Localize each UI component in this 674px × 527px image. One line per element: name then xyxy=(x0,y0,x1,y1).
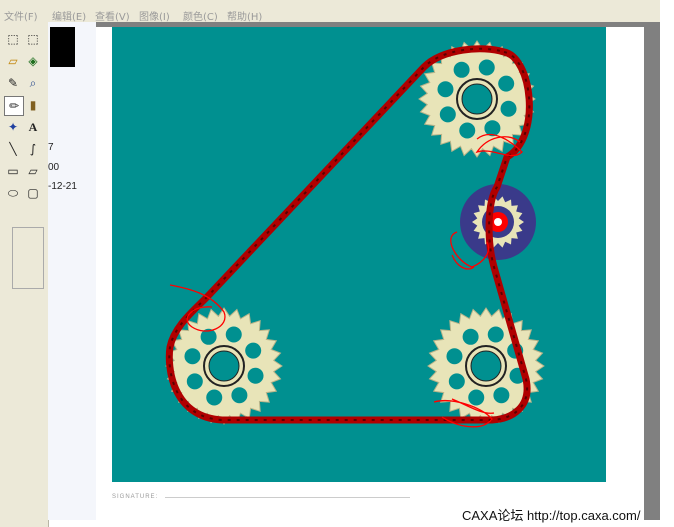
thumbnail-block xyxy=(50,27,75,67)
pencil-icon[interactable]: ✏ xyxy=(4,96,24,116)
sprocket-hole xyxy=(487,326,504,343)
menu-image[interactable]: 图像(I) xyxy=(139,8,170,23)
sprocket-hole xyxy=(498,75,515,92)
tensioner-center xyxy=(494,218,502,226)
rect-select-icon[interactable]: ⬚ xyxy=(24,30,42,48)
airbrush-icon[interactable]: ✦ xyxy=(4,118,22,136)
tool-options-box[interactable] xyxy=(12,227,44,289)
watermark-text: CAXA论坛 http://top.caxa.com/ xyxy=(462,508,641,523)
menu-file[interactable]: 文件(F) xyxy=(4,8,38,23)
free-select-icon[interactable]: ⬚ xyxy=(4,30,22,48)
sprocket-hole xyxy=(446,348,463,365)
hub-bore xyxy=(470,350,502,382)
toolbox: ⬚ ⬚ ▱ ◈ ✎ ⌕ ✏ ▮ ✦ A ╲ ∫ ▭ ▱ ⬭ ▢ xyxy=(0,22,49,527)
menu-view[interactable]: 查看(V) xyxy=(95,8,130,23)
magnifier-icon[interactable]: ⌕ xyxy=(24,74,42,92)
sprocket-hole xyxy=(206,389,223,406)
hub-bore xyxy=(208,350,240,382)
rectangle-icon[interactable]: ▭ xyxy=(4,162,22,180)
info-line-1: 7 xyxy=(48,142,54,153)
signature-label: SIGNATURE: xyxy=(112,494,159,500)
sprocket-hole xyxy=(231,387,248,404)
sprocket-hole xyxy=(453,61,470,78)
sprocket-hole xyxy=(478,59,495,76)
info-line-2: 00 xyxy=(48,162,60,173)
sprocket-hole xyxy=(186,373,203,390)
sprocket-hole xyxy=(448,373,465,390)
chain-drive-drawing[interactable] xyxy=(112,27,606,482)
rounded-rect-icon[interactable]: ▢ xyxy=(24,184,42,202)
eraser-icon[interactable]: ▱ xyxy=(4,52,22,70)
menu-bar: 文件(F) 编辑(E) 查看(V) 图像(I) 颜色(C) 帮助(H) xyxy=(0,0,660,23)
fill-icon[interactable]: ◈ xyxy=(24,52,42,70)
menu-edit[interactable]: 编辑(E) xyxy=(52,8,86,23)
text-icon[interactable]: A xyxy=(24,118,42,136)
line-icon[interactable]: ╲ xyxy=(4,140,22,158)
sprocket-hole xyxy=(462,328,479,345)
sprocket-hole xyxy=(245,342,262,359)
signature-line xyxy=(165,497,410,498)
sprocket-hole xyxy=(439,106,456,123)
curve-icon[interactable]: ∫ xyxy=(24,140,42,158)
sprocket-hole xyxy=(247,367,264,384)
polygon-icon[interactable]: ▱ xyxy=(24,162,42,180)
info-line-3: -12-21 xyxy=(48,181,77,192)
menu-colors[interactable]: 颜色(C) xyxy=(183,8,218,23)
sprocket-hole xyxy=(437,81,454,98)
color-picker-icon[interactable]: ✎ xyxy=(4,74,22,92)
sprocket-hole xyxy=(493,387,510,404)
sprocket-hole xyxy=(459,122,476,139)
hub-bore xyxy=(461,83,493,115)
sprocket-hole xyxy=(484,120,501,137)
brush-icon[interactable]: ▮ xyxy=(24,96,42,114)
right-margin xyxy=(660,0,674,527)
sprocket-hole xyxy=(184,348,201,365)
ellipse-icon[interactable]: ⬭ xyxy=(4,184,22,202)
sprocket-hole xyxy=(500,100,517,117)
sprocket-hole xyxy=(225,326,242,343)
menu-help[interactable]: 帮助(H) xyxy=(227,8,262,23)
sprocket-hole xyxy=(468,389,485,406)
side-column xyxy=(48,22,96,520)
